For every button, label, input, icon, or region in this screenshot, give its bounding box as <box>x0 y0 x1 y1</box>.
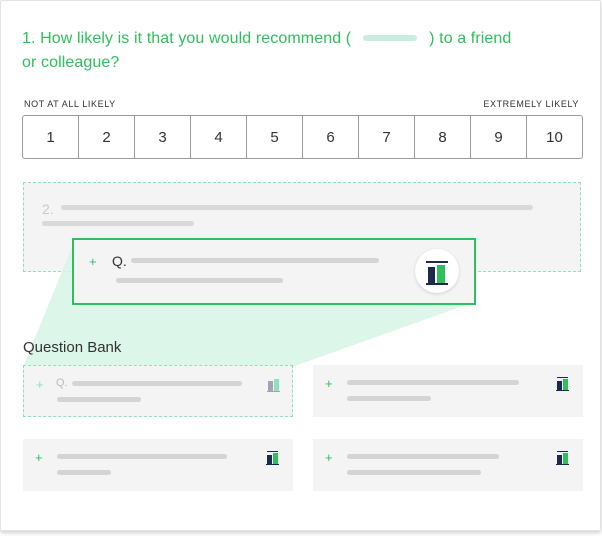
chart-chip <box>415 249 459 293</box>
survey-card: 1. How likely is it that you would recom… <box>0 0 601 531</box>
plus-icon: + <box>325 450 333 465</box>
bar-chart-icon <box>556 451 569 465</box>
bank-question-item[interactable]: + Q. <box>23 365 293 417</box>
bank-item-placeholder-line <box>347 380 519 385</box>
bank-question-item[interactable]: + <box>23 439 293 491</box>
plus-icon: + <box>89 254 97 269</box>
bar-chart-icon <box>556 377 569 391</box>
bank-question-item[interactable]: + <box>313 365 583 417</box>
plus-icon: + <box>36 377 44 392</box>
bank-item-placeholder-line <box>347 454 499 459</box>
plus-icon: + <box>35 450 43 465</box>
bank-item-placeholder-line <box>57 470 111 475</box>
bank-item-placeholder-line <box>57 454 227 459</box>
bank-question-item[interactable]: + <box>313 439 583 491</box>
bank-item-placeholder-line <box>347 470 481 475</box>
bank-item-placeholder-line <box>347 396 431 401</box>
drag-card-label: Q. <box>112 253 127 269</box>
bank-item-placeholder-line <box>72 381 242 386</box>
bank-item-label: Q. <box>56 377 68 389</box>
drag-card-placeholder-line <box>116 278 283 283</box>
bar-chart-icon <box>426 261 448 285</box>
dragged-question-card[interactable]: + Q. <box>72 238 476 305</box>
plus-icon: + <box>325 376 333 391</box>
question-bank-title: Question Bank <box>23 339 122 356</box>
bar-chart-icon <box>266 451 279 465</box>
bar-chart-icon <box>267 379 280 392</box>
bank-item-placeholder-line <box>57 397 141 402</box>
drag-card-placeholder-line <box>131 258 379 263</box>
